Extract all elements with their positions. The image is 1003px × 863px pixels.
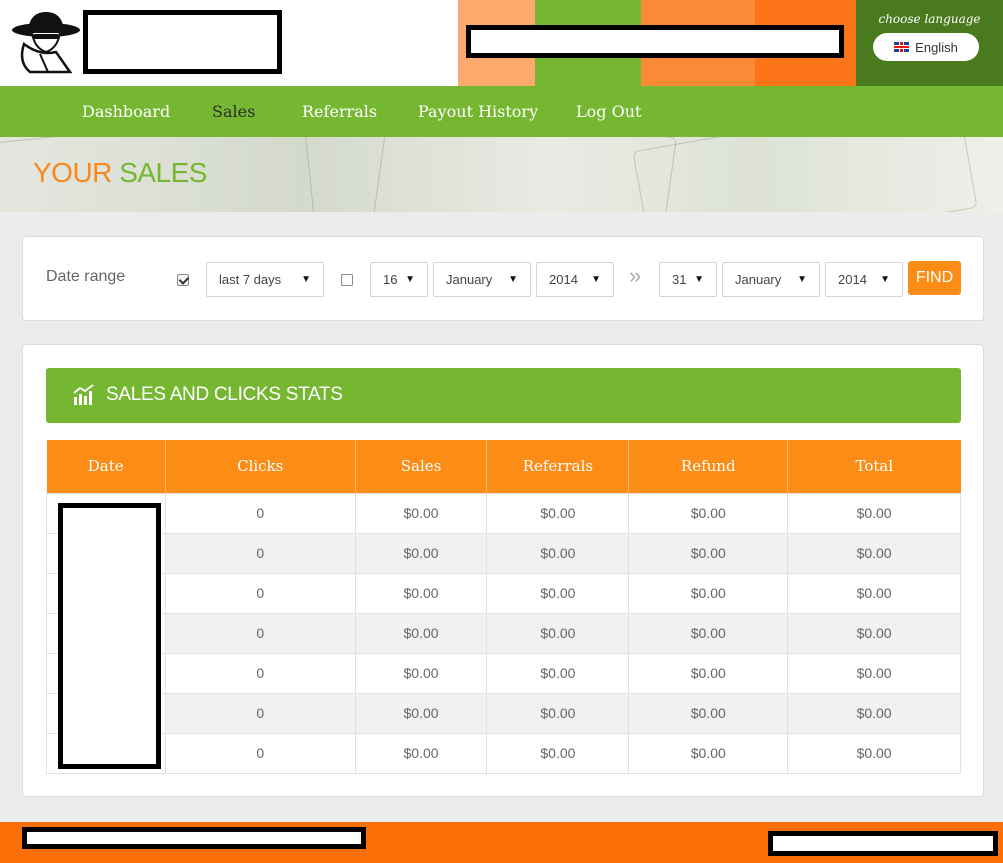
language-chooser: choose language English bbox=[856, 0, 1003, 86]
clicks-cell: 0 bbox=[164, 572, 356, 614]
preset-range-select[interactable]: last 7 days ▼ bbox=[206, 262, 324, 297]
chevron-down-icon: ▼ bbox=[797, 274, 807, 285]
col-clicks[interactable]: Clicks bbox=[165, 440, 356, 493]
main-nav: Dashboard Sales Referrals Payout History… bbox=[0, 86, 1003, 137]
date-range-label: Date range bbox=[46, 268, 126, 285]
nav-sales[interactable]: Sales bbox=[212, 86, 255, 137]
from-month-select[interactable]: January ▼ bbox=[433, 262, 531, 297]
referrals-cell: $0.00 bbox=[486, 532, 630, 574]
to-month-select[interactable]: January ▼ bbox=[722, 262, 820, 297]
to-day-select[interactable]: 31 ▼ bbox=[659, 262, 717, 297]
col-referrals[interactable]: Referrals bbox=[486, 440, 630, 493]
clicks-cell: 0 bbox=[164, 492, 356, 534]
total-cell: $0.00 bbox=[787, 572, 961, 614]
sales-cell: $0.00 bbox=[354, 572, 488, 614]
total-cell: $0.00 bbox=[787, 532, 961, 574]
referrals-cell: $0.00 bbox=[486, 732, 630, 774]
sales-cell: $0.00 bbox=[354, 692, 488, 734]
refund-cell: $0.00 bbox=[628, 732, 789, 774]
from-year-select[interactable]: 2014 ▼ bbox=[536, 262, 614, 297]
chevron-down-icon: ▼ bbox=[508, 274, 518, 285]
stats-header: SALES AND CLICKS STATS bbox=[46, 368, 961, 423]
total-cell: $0.00 bbox=[787, 732, 961, 774]
clicks-cell: 0 bbox=[164, 732, 356, 774]
find-button[interactable]: FIND bbox=[908, 261, 961, 295]
clicks-cell: 0 bbox=[164, 692, 356, 734]
redacted-header-bar bbox=[466, 25, 844, 58]
chevron-down-icon: ▼ bbox=[591, 274, 601, 285]
site-header: choose language English bbox=[0, 0, 1003, 86]
table-row: 0 $0.00 $0.00 $0.00 $0.00 bbox=[46, 492, 961, 534]
refund-cell: $0.00 bbox=[628, 492, 789, 534]
chevron-down-icon: ▼ bbox=[301, 274, 311, 285]
sales-cell: $0.00 bbox=[354, 732, 488, 774]
clicks-cell: 0 bbox=[164, 532, 356, 574]
referrals-cell: $0.00 bbox=[486, 492, 630, 534]
page-banner: YOUR SALES bbox=[0, 137, 1003, 212]
redacted-dates bbox=[58, 503, 161, 769]
refund-cell: $0.00 bbox=[628, 692, 789, 734]
table-row: 0 $0.00 $0.00 $0.00 $0.00 bbox=[46, 692, 961, 734]
table-header-row: Date Clicks Sales Referrals Refund Total bbox=[46, 440, 961, 493]
to-year-select[interactable]: 2014 ▼ bbox=[825, 262, 903, 297]
referrals-cell: $0.00 bbox=[486, 572, 630, 614]
nav-dashboard[interactable]: Dashboard bbox=[82, 86, 170, 137]
stats-table: Date Clicks Sales Referrals Refund Total… bbox=[46, 440, 961, 774]
total-cell: $0.00 bbox=[787, 612, 961, 654]
preset-range-checkbox[interactable] bbox=[177, 274, 189, 286]
redacted-footer-link bbox=[768, 831, 998, 856]
referrals-cell: $0.00 bbox=[486, 612, 630, 654]
date-filter-panel: Date range last 7 days ▼ 16 ▼ January ▼ 201… bbox=[22, 236, 984, 321]
chevron-down-icon: ▼ bbox=[405, 274, 415, 285]
nav-referrals[interactable]: Referrals bbox=[302, 86, 377, 137]
nav-log-out[interactable]: Log Out bbox=[576, 86, 641, 137]
chevron-down-icon: ▼ bbox=[880, 274, 890, 285]
redacted-site-name bbox=[83, 10, 282, 74]
total-cell: $0.00 bbox=[787, 492, 961, 534]
referrals-cell: $0.00 bbox=[486, 652, 630, 694]
language-select-button[interactable]: English bbox=[873, 33, 979, 61]
sales-cell: $0.00 bbox=[354, 652, 488, 694]
col-date[interactable]: Date bbox=[46, 440, 166, 493]
uk-flag-icon bbox=[894, 42, 910, 52]
col-sales[interactable]: Sales bbox=[355, 440, 488, 493]
language-prompt: choose language bbox=[878, 12, 981, 26]
clicks-cell: 0 bbox=[164, 652, 356, 694]
refund-cell: $0.00 bbox=[628, 572, 789, 614]
sales-cell: $0.00 bbox=[354, 492, 488, 534]
redacted-copyright bbox=[22, 827, 366, 849]
col-refund[interactable]: Refund bbox=[628, 440, 789, 493]
refund-cell: $0.00 bbox=[628, 612, 789, 654]
total-cell: $0.00 bbox=[787, 692, 961, 734]
referrals-cell: $0.00 bbox=[486, 692, 630, 734]
clicks-cell: 0 bbox=[164, 612, 356, 654]
col-total[interactable]: Total bbox=[787, 440, 961, 493]
total-cell: $0.00 bbox=[787, 652, 961, 694]
stats-title: SALES AND CLICKS STATS bbox=[106, 384, 343, 405]
sales-cell: $0.00 bbox=[354, 612, 488, 654]
sales-cell: $0.00 bbox=[354, 532, 488, 574]
table-row: 0 $0.00 $0.00 $0.00 $0.00 bbox=[46, 732, 961, 774]
chevron-down-icon: ▼ bbox=[694, 274, 704, 285]
page-title: YOUR SALES bbox=[33, 157, 207, 188]
from-day-select[interactable]: 16 ▼ bbox=[370, 262, 428, 297]
table-row: 0 $0.00 $0.00 $0.00 $0.00 bbox=[46, 652, 961, 694]
custom-range-checkbox[interactable] bbox=[341, 274, 353, 286]
range-separator: » bbox=[629, 263, 642, 288]
table-row: 0 $0.00 $0.00 $0.00 $0.00 bbox=[46, 532, 961, 574]
table-row: 0 $0.00 $0.00 $0.00 $0.00 bbox=[46, 612, 961, 654]
stats-panel: SALES AND CLICKS STATS Date Clicks Sales… bbox=[22, 344, 984, 797]
bar-chart-icon bbox=[73, 384, 94, 405]
spy-logo-icon[interactable] bbox=[10, 8, 82, 76]
table-row: 0 $0.00 $0.00 $0.00 $0.00 bbox=[46, 572, 961, 614]
refund-cell: $0.00 bbox=[628, 532, 789, 574]
language-label: English bbox=[915, 39, 958, 55]
refund-cell: $0.00 bbox=[628, 652, 789, 694]
nav-payout-history[interactable]: Payout History bbox=[418, 86, 538, 137]
